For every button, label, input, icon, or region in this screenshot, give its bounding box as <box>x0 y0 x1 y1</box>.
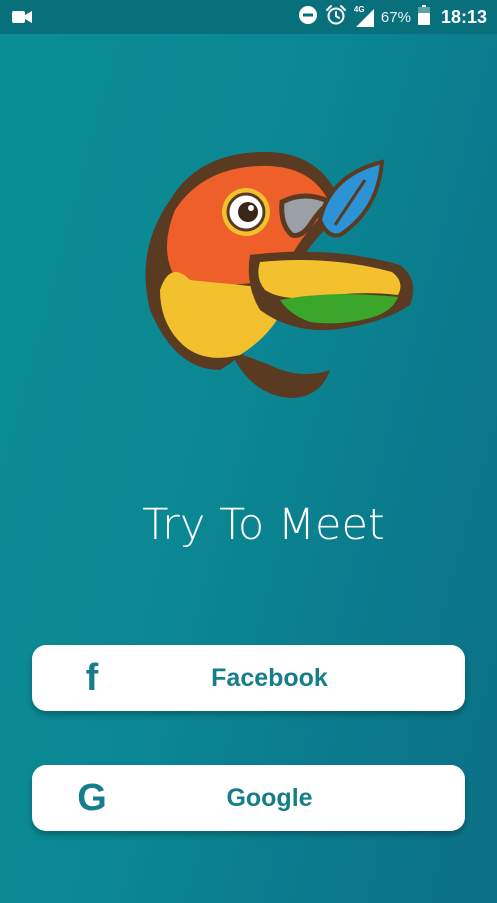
alarm-clock-icon <box>325 4 347 31</box>
status-clock: 18:13 <box>440 6 487 27</box>
do-not-disturb-icon <box>298 5 318 30</box>
facebook-login-button[interactable]: f Facebook <box>32 645 465 711</box>
video-camera-icon <box>12 10 32 29</box>
status-right-group: 4G 67% 18:13 <box>298 0 487 34</box>
google-login-button[interactable]: G Google <box>32 765 465 831</box>
cellular-signal-icon: 4G <box>354 5 374 27</box>
battery-percentage: 67% <box>380 8 411 26</box>
parrot-logo <box>130 140 430 410</box>
app-title: Try To Meet <box>142 500 385 550</box>
google-button-label: Google <box>226 784 313 812</box>
facebook-button-label: Facebook <box>211 664 328 692</box>
battery-icon <box>417 4 430 30</box>
status-bar: 4G 67% 18:13 <box>0 0 497 34</box>
